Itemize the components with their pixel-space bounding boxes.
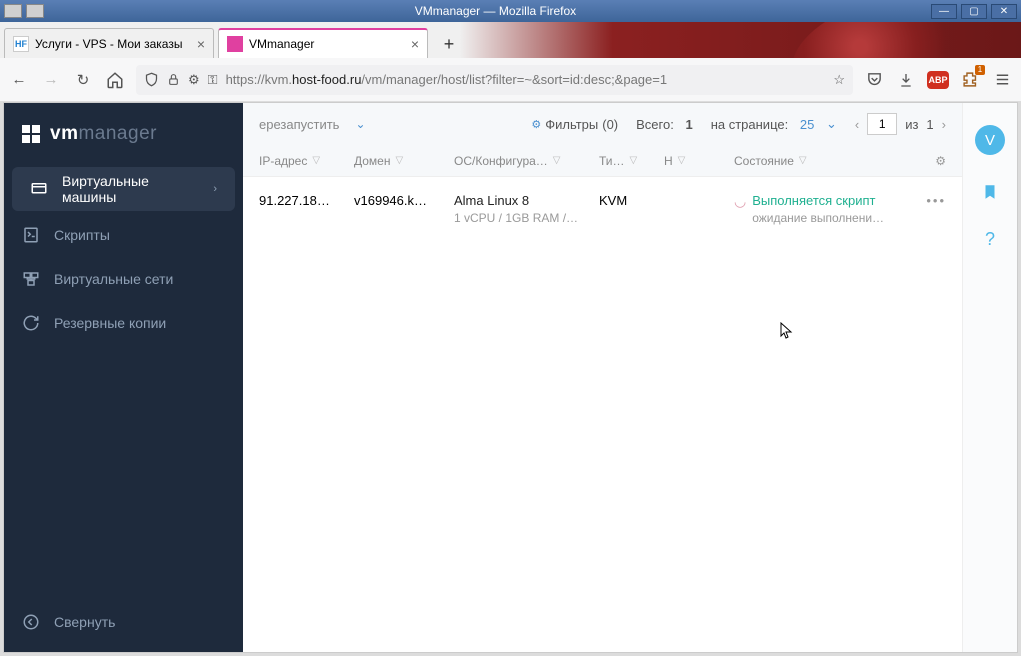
system-menu[interactable] [0, 4, 60, 18]
script-icon [22, 226, 40, 244]
col-type[interactable]: Ти…▽ [599, 154, 664, 168]
filter-icon: ▽ [630, 155, 638, 166]
adblock-icon[interactable]: ABP [927, 71, 949, 89]
filter-icon: ▽ [678, 155, 686, 166]
toolbar: ерезапустить ⌄ ⚙ Фильтры(0) Всего: 1 на … [243, 103, 962, 145]
total-count: Всего: 1 [636, 117, 693, 132]
window-titlebar: VMmanager — Mozilla Firefox — ▢ ✕ [0, 0, 1021, 22]
extension-icon[interactable]: 1 [959, 69, 981, 91]
permissions-icon[interactable]: ⚙ [188, 72, 200, 88]
minimize-button[interactable]: — [931, 4, 957, 19]
filter-icon: ▽ [799, 155, 807, 166]
shield-icon[interactable] [144, 72, 159, 87]
reload-button[interactable]: ↻ [72, 69, 94, 91]
cell-os: Alma Linux 8 1 vCPU / 1GB RAM /… [454, 193, 599, 225]
favicon-vm [227, 36, 243, 52]
nav-label: Резервные копии [54, 315, 166, 331]
chevron-right-icon: › [213, 183, 217, 195]
maximize-button[interactable]: ▢ [961, 4, 987, 19]
url-bar: ← → ↻ ⚙ ⚿ https://kvm.host-food.ru/vm/ma… [0, 58, 1021, 102]
network-icon [22, 270, 40, 288]
extension-badge: 1 [975, 65, 985, 75]
spinner-icon: ◡ [734, 193, 746, 210]
nav-label: Скрипты [54, 227, 110, 243]
filter-icon: ▽ [396, 155, 404, 166]
nav-networks[interactable]: Виртуальные сети [4, 257, 243, 301]
vm-icon [30, 180, 48, 198]
collapse-label: Свернуть [54, 614, 115, 630]
cell-domain: v169946.k… [354, 193, 454, 208]
lock-icon[interactable] [167, 73, 180, 86]
prev-page-button[interactable]: ‹ [855, 117, 859, 132]
bookmark-star-icon[interactable]: ☆ [833, 72, 845, 88]
address-bar[interactable]: ⚙ ⚿ https://kvm.host-food.ru/vm/manager/… [136, 65, 853, 95]
nav-scripts[interactable]: Скрипты [4, 213, 243, 257]
filters-button[interactable]: ⚙ Фильтры(0) [531, 117, 618, 132]
avatar[interactable]: V [975, 125, 1005, 155]
table-header: IP-адрес▽ Домен▽ ОС/Конфигура…▽ Ти…▽ Н▽ … [243, 145, 962, 177]
content: ерезапустить ⌄ ⚙ Фильтры(0) Всего: 1 на … [243, 103, 962, 652]
menu-button[interactable] [991, 69, 1013, 91]
table-row[interactable]: 91.227.18… v169946.k… Alma Linux 8 1 vCP… [243, 177, 962, 241]
tab-services[interactable]: HF Услуги - VPS - Мои заказы × [4, 28, 214, 58]
home-button[interactable] [104, 69, 126, 91]
next-page-button[interactable]: › [942, 117, 946, 132]
tab-vmmanager[interactable]: VMmanager × [218, 28, 428, 58]
filter-icon: ▽ [553, 155, 561, 166]
main: ерезапустить ⌄ ⚙ Фильтры(0) Всего: 1 на … [243, 103, 1017, 652]
col-domain[interactable]: Домен▽ [354, 154, 454, 168]
tab-strip: HF Услуги - VPS - Мои заказы × VMmanager… [0, 22, 1021, 58]
nav-backups[interactable]: Резервные копии [4, 301, 243, 345]
row-actions-button[interactable]: ••• [926, 193, 946, 208]
cell-type: KVM [599, 193, 664, 208]
app-container: vmmanager Виртуальные машины › Скрипты В… [3, 102, 1018, 653]
new-tab-button[interactable]: + [434, 30, 464, 58]
forward-button[interactable]: → [40, 69, 62, 91]
restart-label[interactable]: ерезапустить [259, 117, 339, 132]
dropdown-icon[interactable]: ⌄ [355, 117, 365, 131]
pocket-icon[interactable] [863, 69, 885, 91]
favicon-hf: HF [13, 36, 29, 52]
filter-icon: ⚙ [531, 118, 541, 131]
close-tab-icon[interactable]: × [197, 36, 205, 52]
tab-label: Услуги - VPS - Мои заказы [35, 37, 182, 51]
collapse-icon [22, 613, 40, 631]
right-rail: V ? [962, 103, 1017, 652]
back-button[interactable]: ← [8, 69, 30, 91]
nav-vms[interactable]: Виртуальные машины › [12, 167, 235, 211]
logo-icon [22, 125, 40, 143]
perpage-selector[interactable]: на странице: 25 ⌄ [711, 116, 837, 132]
cell-state: ◡ Выполняется скрипт ожидание выполнени… [734, 193, 889, 225]
close-tab-icon[interactable]: × [411, 36, 419, 52]
close-window-button[interactable]: ✕ [991, 4, 1017, 19]
bookmark-icon[interactable] [981, 183, 999, 201]
tab-label: VMmanager [249, 37, 314, 51]
collapse-sidebar[interactable]: Свернуть [4, 592, 243, 652]
pagination: ‹ из 1 › [855, 113, 946, 135]
sidebar: vmmanager Виртуальные машины › Скрипты В… [4, 103, 243, 652]
window-title: VMmanager — Mozilla Firefox [60, 4, 931, 18]
filter-icon: ▽ [312, 155, 320, 166]
page-input[interactable] [867, 113, 897, 135]
key-icon[interactable]: ⚿ [208, 72, 218, 88]
nav-label: Виртуальные машины [62, 173, 199, 205]
col-state[interactable]: Состояние▽ [734, 154, 889, 168]
nav-label: Виртуальные сети [54, 271, 173, 287]
help-icon[interactable]: ? [985, 229, 995, 250]
col-ip[interactable]: IP-адрес▽ [259, 154, 354, 168]
backup-icon [22, 314, 40, 332]
cell-ip: 91.227.18… [259, 193, 354, 208]
col-h[interactable]: Н▽ [664, 154, 734, 168]
logo: vmmanager [4, 103, 243, 165]
url-text: https://kvm.host-food.ru/vm/manager/host… [226, 72, 826, 87]
table-settings-icon[interactable]: ⚙ [935, 154, 946, 168]
col-os[interactable]: ОС/Конфигура…▽ [454, 154, 599, 168]
downloads-icon[interactable] [895, 69, 917, 91]
